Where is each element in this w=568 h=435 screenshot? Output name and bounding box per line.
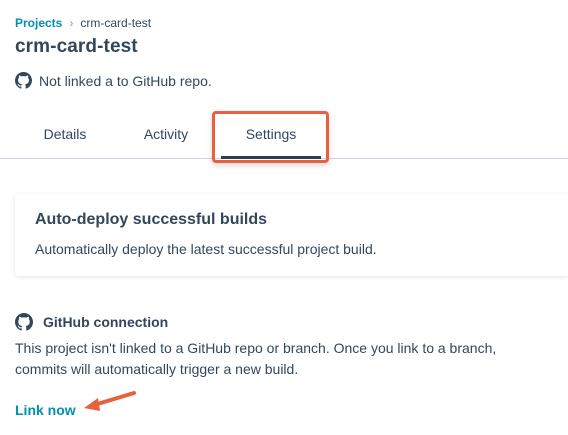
auto-deploy-title: Auto-deploy successful builds: [35, 211, 268, 228]
github-connection-description: This project isn't linked to a GitHub re…: [15, 340, 497, 377]
repo-status: Not linked a to GitHub repo.: [15, 72, 212, 89]
github-icon: [15, 313, 33, 331]
breadcrumb: Projects › crm-card-test: [15, 16, 151, 30]
tab-details-label: Details: [43, 126, 87, 142]
breadcrumb-projects-link[interactable]: Projects: [15, 16, 62, 30]
breadcrumb-current: crm-card-test: [80, 16, 152, 30]
repo-status-text: Not linked a to GitHub repo.: [39, 72, 212, 89]
tab-settings-label: Settings: [245, 126, 297, 142]
active-tab-indicator: [221, 156, 321, 159]
tab-details[interactable]: Details: [43, 112, 87, 158]
github-icon: [15, 72, 32, 89]
arrow-pointer-icon: [84, 391, 136, 411]
github-connection-title: GitHub connection: [43, 314, 169, 330]
github-connection-header: GitHub connection: [15, 313, 555, 331]
auto-deploy-description: Automatically deploy the latest successf…: [35, 241, 377, 257]
tab-settings[interactable]: Settings: [221, 112, 321, 159]
link-now-link[interactable]: Link now: [15, 402, 76, 418]
tab-activity[interactable]: Activity: [143, 112, 189, 158]
github-connection-section: GitHub connection This project isn't lin…: [15, 313, 555, 380]
breadcrumb-separator: ›: [69, 16, 74, 30]
auto-deploy-card: Auto-deploy successful builds Automatica…: [15, 194, 568, 276]
tab-bar: Details Activity Settings: [0, 112, 568, 159]
page-title: crm-card-test: [15, 36, 138, 57]
tab-activity-label: Activity: [143, 126, 189, 142]
